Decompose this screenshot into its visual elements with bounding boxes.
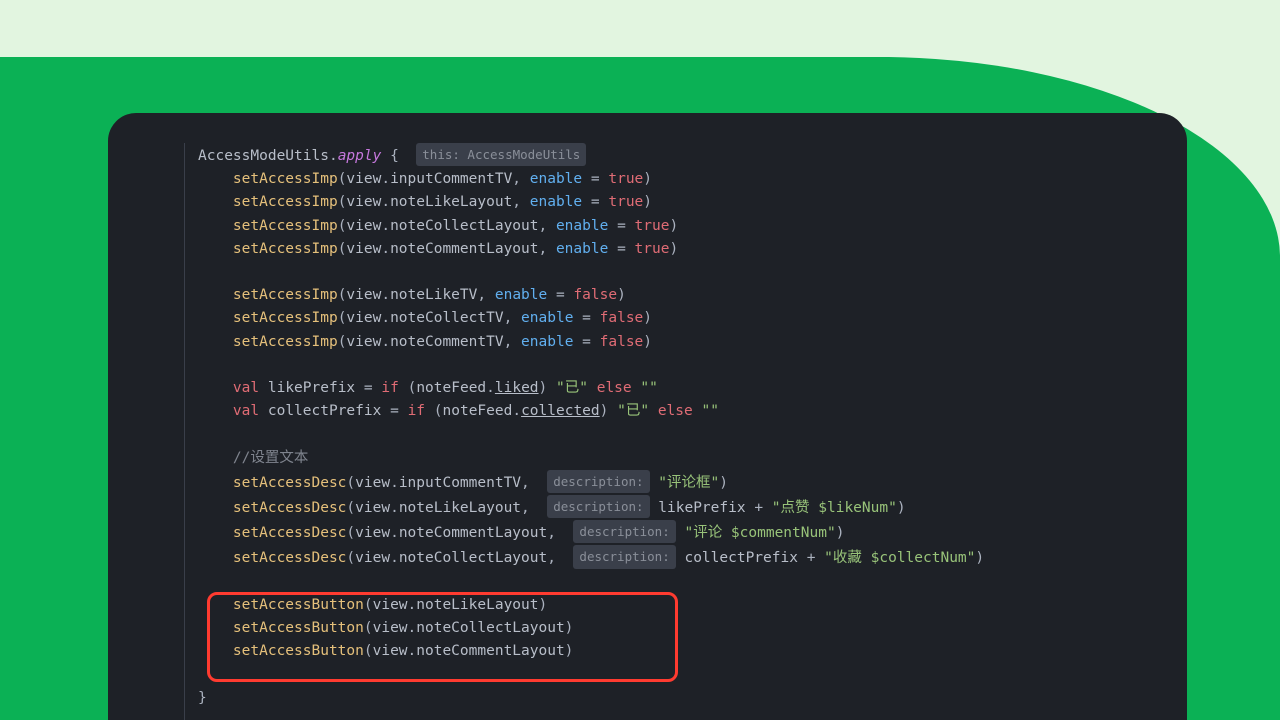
- code-line: setAccessImp(view.noteLikeTV, enable = f…: [186, 284, 1187, 307]
- code-line: AccessModeUtils.apply { this: AccessMode…: [186, 143, 1187, 168]
- code-line: setAccessDesc(view.noteCommentLayout, de…: [186, 520, 1187, 545]
- code-line: setAccessImp(view.noteLikeLayout, enable…: [186, 191, 1187, 214]
- param-hint: description:: [547, 495, 649, 518]
- code-line: setAccessImp(view.inputCommentTV, enable…: [186, 168, 1187, 191]
- gutter-line: [184, 143, 185, 720]
- code-line: setAccessImp(view.noteCommentLayout, ena…: [186, 238, 1187, 261]
- code-line: setAccessButton(view.noteLikeLayout): [186, 594, 1187, 617]
- code-editor-window: AccessModeUtils.apply { this: AccessMode…: [108, 113, 1187, 720]
- inline-hint: this: AccessModeUtils: [416, 143, 586, 166]
- code-line: //设置文本: [186, 447, 1187, 470]
- code-line: setAccessImp(view.noteCollectTV, enable …: [186, 307, 1187, 330]
- param-hint: description:: [547, 470, 649, 493]
- code-line: val collectPrefix = if (noteFeed.collect…: [186, 400, 1187, 423]
- code-area[interactable]: AccessModeUtils.apply { this: AccessMode…: [108, 143, 1187, 710]
- blank-line: [186, 261, 1187, 284]
- blank-line: [186, 663, 1187, 686]
- blank-line: [186, 423, 1187, 446]
- code-line: setAccessButton(view.noteCommentLayout): [186, 640, 1187, 663]
- code-line: setAccessDesc(view.noteCollectLayout, de…: [186, 545, 1187, 570]
- param-hint: description:: [573, 520, 675, 543]
- param-hint: description:: [573, 545, 675, 568]
- blank-line: [186, 571, 1187, 594]
- code-line: setAccessDesc(view.noteLikeLayout, descr…: [186, 495, 1187, 520]
- blank-line: [186, 354, 1187, 377]
- code-line: setAccessButton(view.noteCollectLayout): [186, 617, 1187, 640]
- code-line: val likePrefix = if (noteFeed.liked) "已"…: [186, 377, 1187, 400]
- code-line: setAccessImp(view.noteCommentTV, enable …: [186, 331, 1187, 354]
- code-line: setAccessImp(view.noteCollectLayout, ena…: [186, 215, 1187, 238]
- code-line: setAccessDesc(view.inputCommentTV, descr…: [186, 470, 1187, 495]
- code-line: }: [186, 687, 1187, 710]
